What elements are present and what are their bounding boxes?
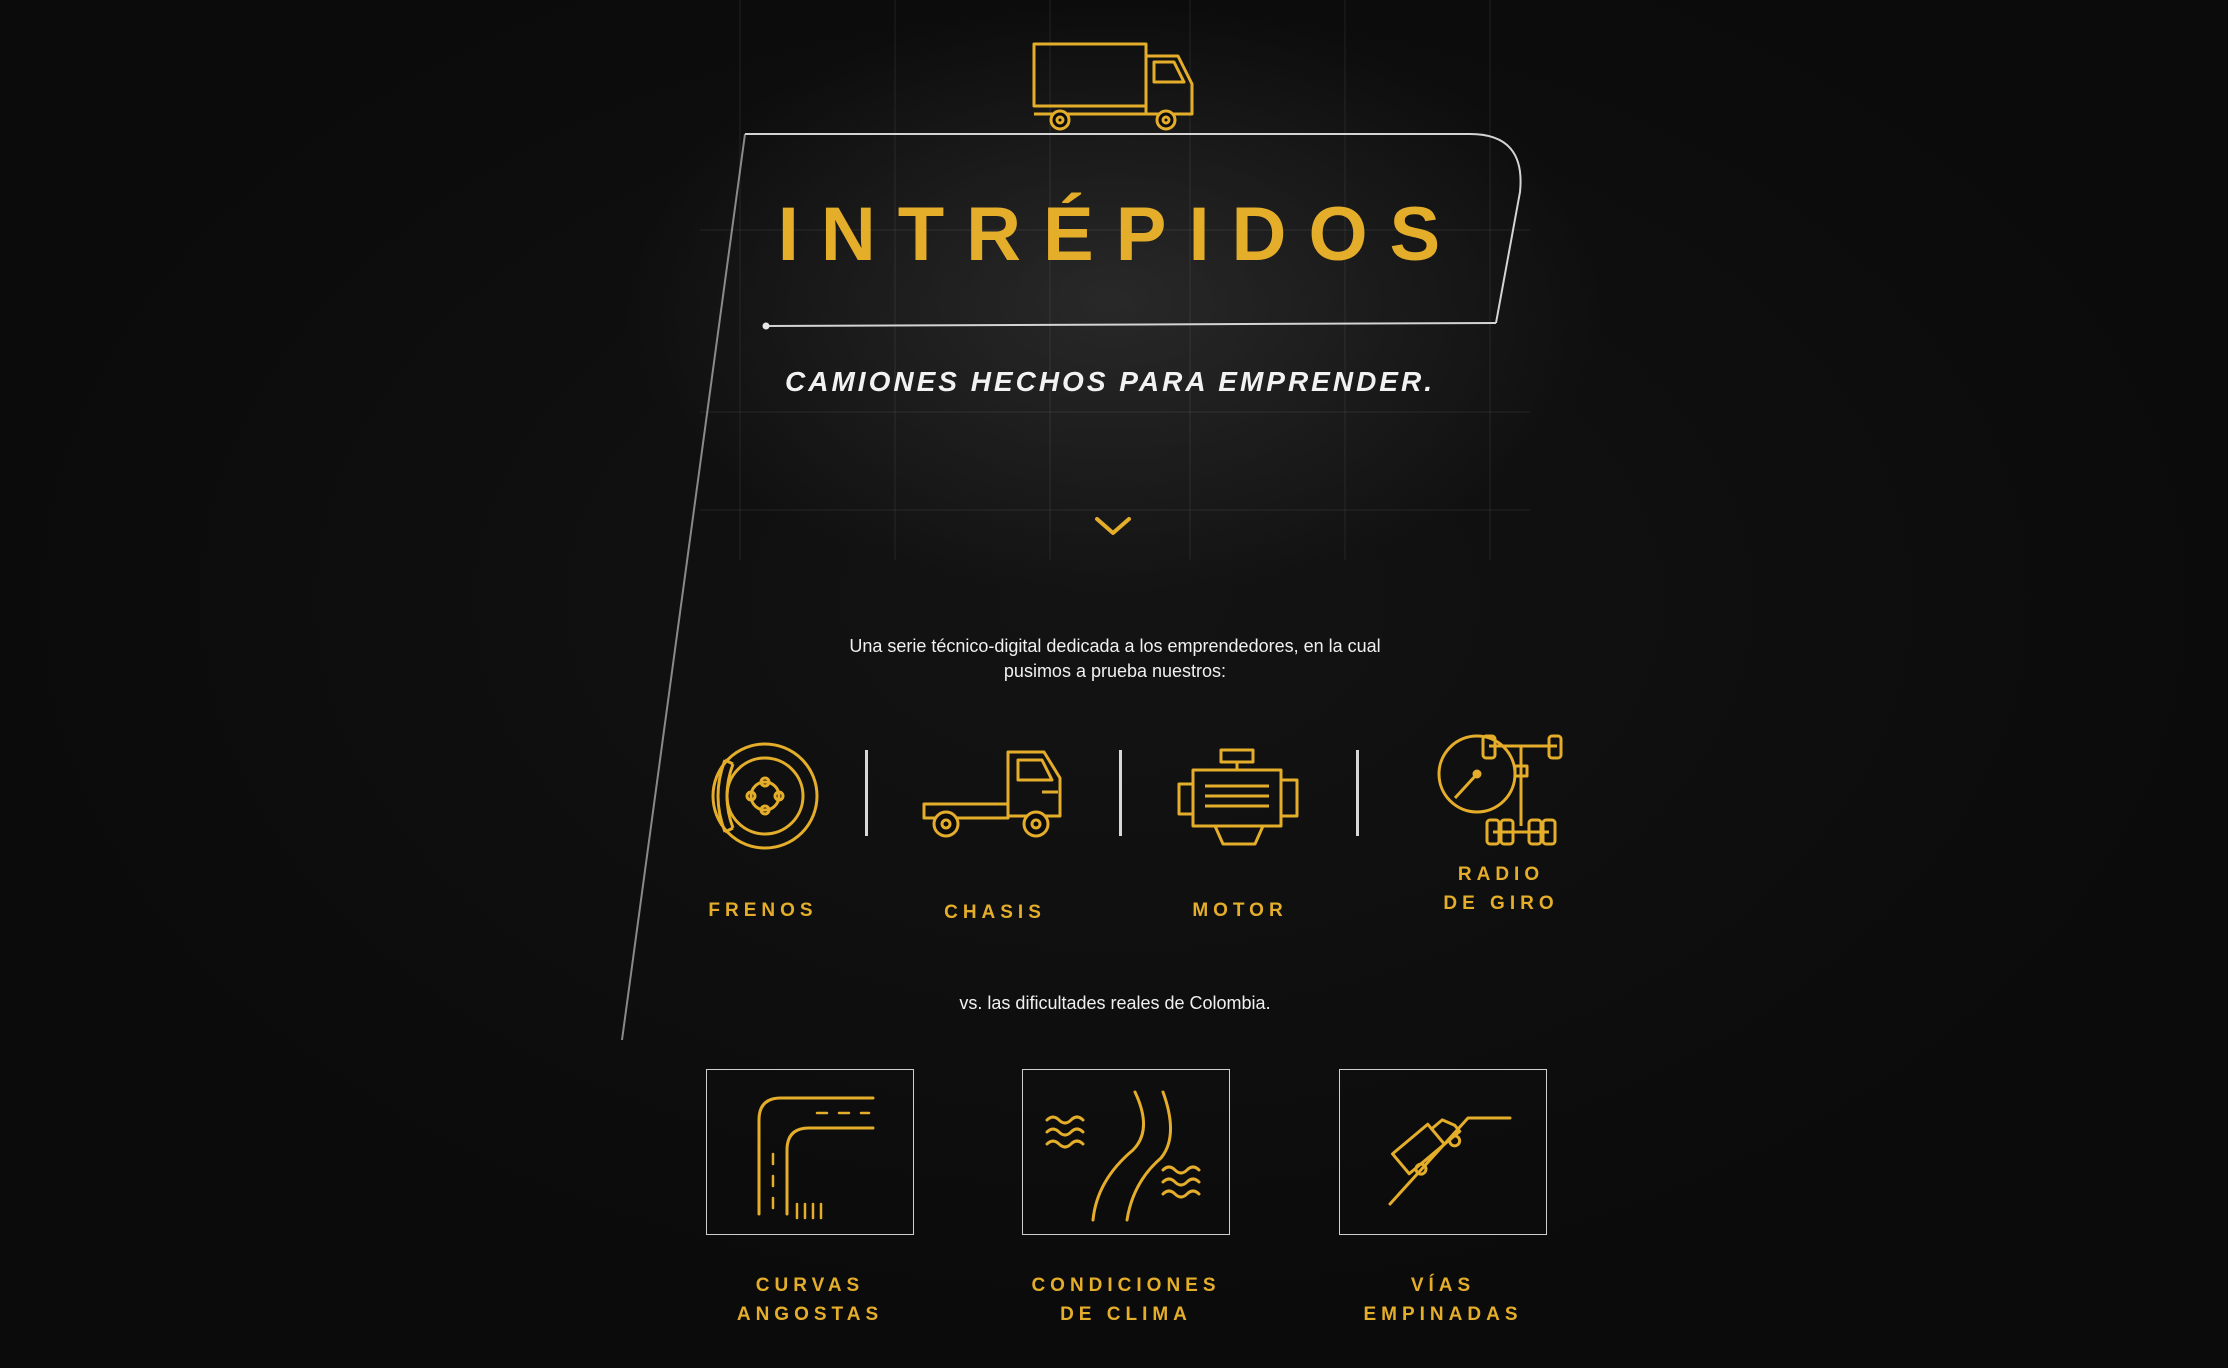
- feature-radio-de-giro[interactable]: RADIO DE GIRO: [1396, 732, 1606, 918]
- challenge-box: [1022, 1069, 1230, 1235]
- scroll-down-chevron-icon[interactable]: [1094, 514, 1132, 538]
- feature-label-line1: CHASIS: [944, 902, 1046, 923]
- intro-line-2: pusimos a prueba nuestros:: [1003, 661, 1227, 681]
- truck-logo-icon: [1032, 42, 1194, 131]
- feature-frenos[interactable]: FRENOS: [658, 738, 868, 925]
- weather-road-icon: [1045, 1090, 1201, 1222]
- chassis-truck-icon: [922, 750, 1062, 838]
- challenge-label-line1: CONDICIONES: [1031, 1275, 1221, 1296]
- challenge-label-line2: DE CLIMA: [1060, 1304, 1192, 1325]
- challenge-label: CURVAS ANGOSTAS: [680, 1271, 940, 1329]
- challenge-label: VÍAS EMPINADAS: [1313, 1271, 1573, 1329]
- challenge-box: [706, 1069, 914, 1235]
- challenge-vias-empinadas[interactable]: VÍAS EMPINADAS: [1313, 1069, 1573, 1329]
- divider: [1356, 750, 1359, 836]
- feature-label-line1: RADIO: [1457, 864, 1545, 885]
- feature-label: FRENOS: [658, 896, 868, 925]
- feature-label-line1: FRENOS: [708, 900, 818, 921]
- divider: [865, 750, 868, 836]
- versus-text: vs. las dificultades reales de Colombia.: [959, 993, 1271, 1013]
- steep-road-icon: [1388, 1116, 1512, 1206]
- turning-radius-icon: [1437, 734, 1563, 846]
- divider: [1119, 750, 1122, 836]
- page-subtitle: CAMIONES HECHOS PARA EMPRENDER.: [785, 366, 1435, 397]
- challenge-curvas-angostas[interactable]: CURVAS ANGOSTAS: [680, 1069, 940, 1329]
- feature-motor[interactable]: MOTOR: [1135, 746, 1345, 925]
- challenge-label-line2: EMPINADAS: [1363, 1304, 1523, 1325]
- brake-disc-icon: [711, 742, 819, 850]
- engine-icon: [1177, 748, 1299, 846]
- curved-road-icon: [757, 1096, 875, 1220]
- feature-label-line1: MOTOR: [1192, 900, 1288, 921]
- feature-label-line2: DE GIRO: [1443, 893, 1559, 914]
- feature-chasis[interactable]: CHASIS: [890, 748, 1100, 927]
- intro-line-1: Una serie técnico-digital dedicada a los…: [849, 636, 1381, 656]
- feature-label: CHASIS: [890, 898, 1100, 927]
- challenge-box: [1339, 1069, 1547, 1235]
- challenge-label-line1: CURVAS: [755, 1275, 865, 1296]
- feature-label: MOTOR: [1135, 896, 1345, 925]
- intro-text: Una serie técnico-digital dedicada a los…: [780, 634, 1450, 684]
- page-title: INTRÉPIDOS: [777, 192, 1463, 277]
- challenge-label: CONDICIONES DE CLIMA: [996, 1271, 1256, 1329]
- challenge-condiciones-de-clima[interactable]: CONDICIONES DE CLIMA: [996, 1069, 1256, 1329]
- challenge-label-line2: ANGOSTAS: [736, 1304, 884, 1325]
- challenge-label-line1: VÍAS: [1410, 1275, 1476, 1296]
- feature-label: RADIO DE GIRO: [1396, 860, 1606, 918]
